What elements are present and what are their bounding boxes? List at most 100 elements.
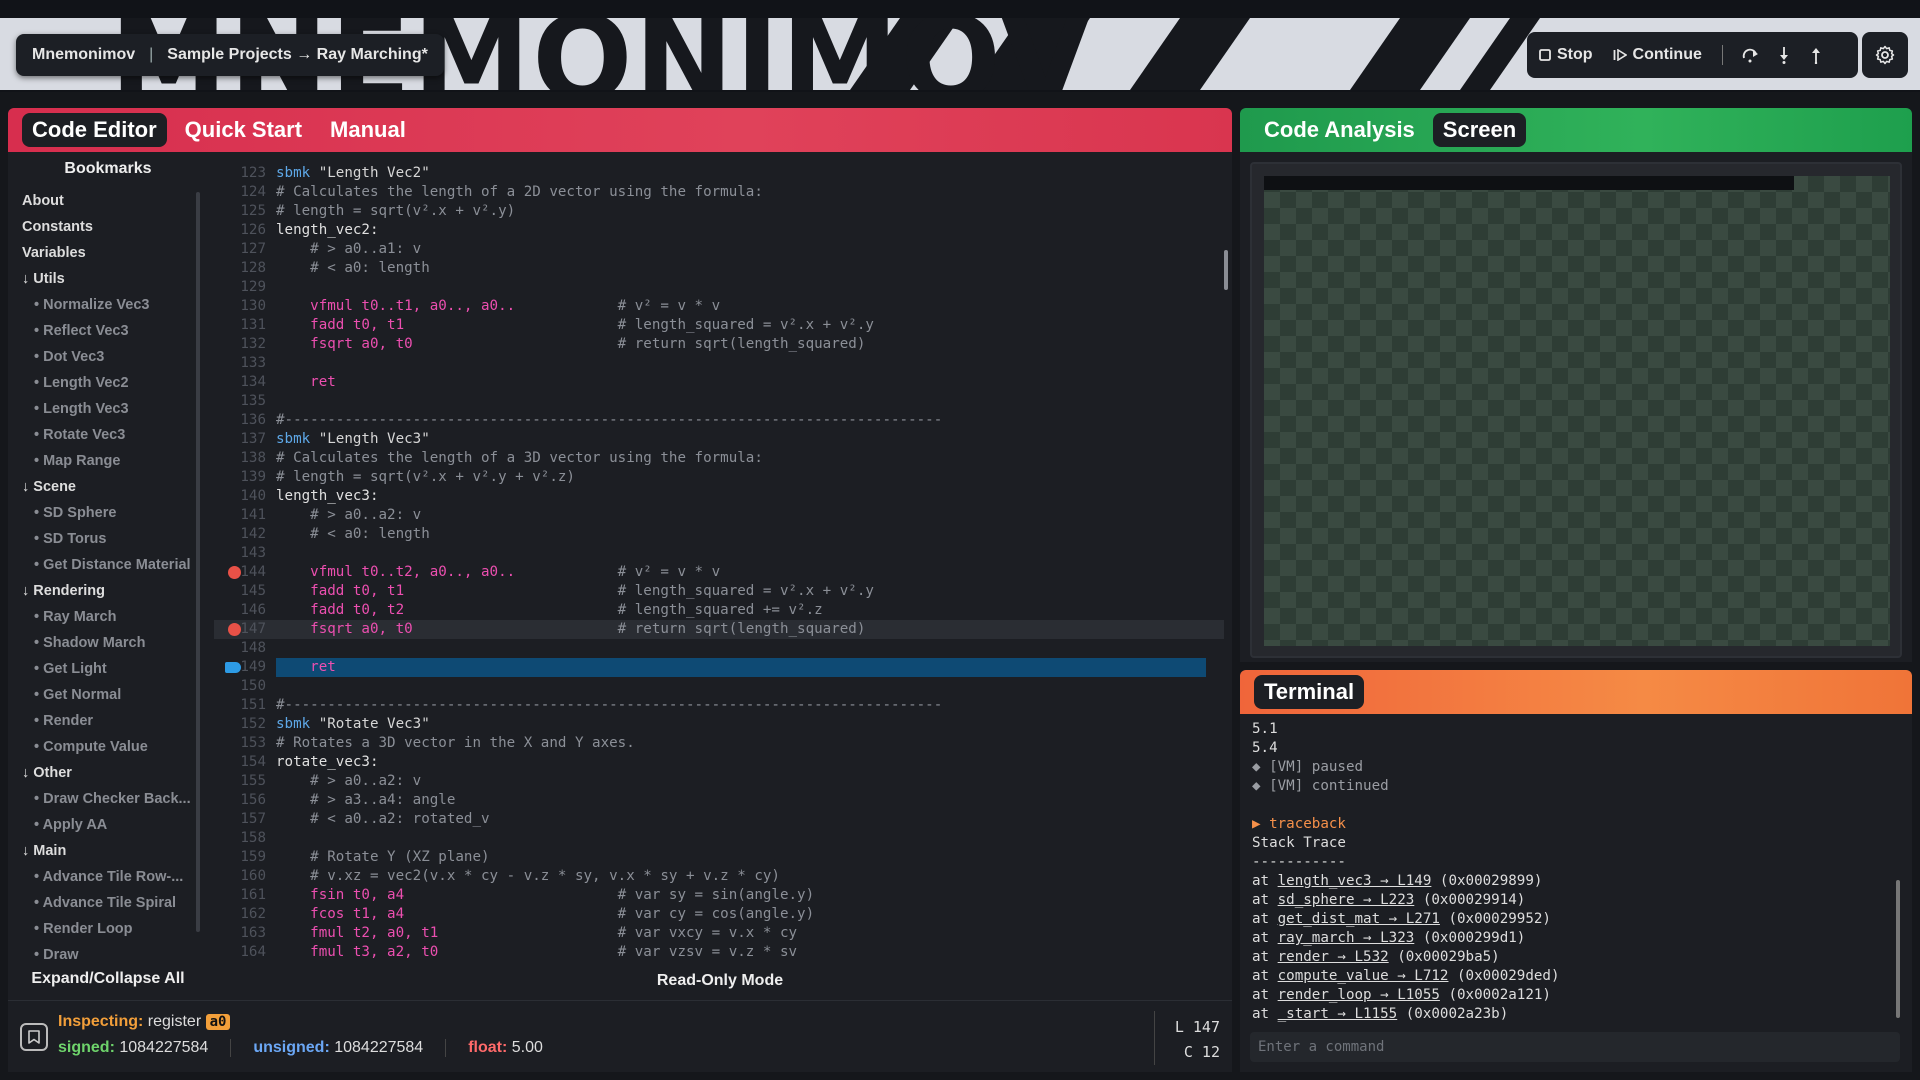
bookmark-item[interactable]: • Rotate Vec3 <box>22 422 198 448</box>
code-line[interactable]: 138 # Calculates the length of a 3D vecto… <box>214 449 1224 468</box>
line-number[interactable]: 136 <box>214 411 266 430</box>
bookmark-item[interactable]: • Reflect Vec3 <box>22 318 198 344</box>
line-number[interactable]: 132 <box>214 335 266 354</box>
code-text[interactable]: fsin t0, a4 # var sy = sin(angle.y) <box>276 887 814 903</box>
stack-frame-link[interactable]: compute_value → L712 <box>1278 968 1449 984</box>
line-number[interactable]: 130 <box>214 297 266 316</box>
bookmark-item[interactable]: • Compute Value <box>22 734 198 760</box>
code-line[interactable]: 158 <box>214 829 1224 848</box>
step-out-button[interactable] <box>1809 46 1823 64</box>
code-line[interactable]: 125 # length = sqrt(v².x + v².y) <box>214 202 1224 221</box>
code-line[interactable]: 130 vfmul t0..t1, a0.., a0.. # v² = v * … <box>214 297 1224 316</box>
line-number[interactable]: 141 <box>214 506 266 525</box>
code-line[interactable]: 123 sbmk "Length Vec2" <box>214 164 1224 183</box>
code-line[interactable]: 127 # > a0..a1: v <box>214 240 1224 259</box>
code-line[interactable]: 147 fsqrt a0, t0 # return sqrt(length_sq… <box>214 620 1224 639</box>
code-text[interactable]: fsqrt a0, t0 # return sqrt(length_square… <box>276 336 865 352</box>
line-number[interactable]: 148 <box>214 639 266 658</box>
stack-frame-link[interactable]: get_dist_mat → L271 <box>1278 911 1440 927</box>
tab-quick-start[interactable]: Quick Start <box>175 113 312 147</box>
code-line[interactable]: 139 # length = sqrt(v².x + v².y + v².z) <box>214 468 1224 487</box>
stack-frame-link[interactable]: render → L532 <box>1278 949 1389 965</box>
code-text[interactable]: fcos t1, a4 # var cy = cos(angle.y) <box>276 906 814 922</box>
line-number[interactable]: 155 <box>214 772 266 791</box>
code-line[interactable]: 141 # > a0..a2: v <box>214 506 1224 525</box>
line-number[interactable]: 161 <box>214 886 266 905</box>
code-text[interactable]: # > a0..a1: v <box>276 241 421 257</box>
code-text[interactable]: fmul t2, a0, t1 # var vxcy = v.x * cy <box>276 925 797 941</box>
line-number[interactable]: 163 <box>214 924 266 943</box>
breakpoint-marker[interactable] <box>228 566 241 579</box>
line-number[interactable]: 156 <box>214 791 266 810</box>
code-text[interactable]: # Calculates the length of a 2D vector u… <box>276 184 763 200</box>
code-text[interactable]: vfmul t0..t2, a0.., a0.. # v² = v * v <box>276 564 720 580</box>
breakpoint-marker[interactable] <box>228 623 241 636</box>
bookmark-item[interactable]: • Render <box>22 708 198 734</box>
bookmark-item[interactable]: • Advance Tile Spiral <box>22 890 198 916</box>
code-text[interactable] <box>276 393 285 409</box>
code-line[interactable]: 159 # Rotate Y (XZ plane) <box>214 848 1224 867</box>
line-number[interactable]: 133 <box>214 354 266 373</box>
code-text[interactable]: # Rotates a 3D vector in the X and Y axe… <box>276 735 635 751</box>
bookmark-item[interactable]: About <box>22 188 198 214</box>
code-text[interactable]: # < a0: length <box>276 526 430 542</box>
code-text[interactable] <box>276 830 285 846</box>
bookmark-group[interactable]: ↓ Other <box>22 760 198 786</box>
bookmark-item[interactable]: • Get Light <box>22 656 198 682</box>
line-number[interactable]: 159 <box>214 848 266 867</box>
continue-button[interactable]: Continue <box>1613 46 1702 64</box>
code-line[interactable]: 129 <box>214 278 1224 297</box>
bookmark-group[interactable]: ↓ Utils <box>22 266 198 292</box>
code-text[interactable]: sbmk "Length Vec2" <box>276 165 430 181</box>
bookmark-item[interactable]: • Length Vec2 <box>22 370 198 396</box>
code-line[interactable]: 153 # Rotates a 3D vector in the X and Y … <box>214 734 1224 753</box>
tab-screen[interactable]: Screen <box>1432 113 1527 147</box>
code-line[interactable]: 133 <box>214 354 1224 373</box>
stack-frame-link[interactable]: render_loop → L1055 <box>1278 987 1440 1003</box>
code-text[interactable]: # < a0..a2: rotated_v <box>276 811 489 827</box>
command-input[interactable] <box>1250 1032 1900 1062</box>
code-line[interactable]: 164 fmul t3, a2, t0 # var vzsv = v.z * s… <box>214 943 1224 962</box>
code-line[interactable]: 131 fadd t0, t1 # length_squared = v².x … <box>214 316 1224 335</box>
line-number[interactable]: 164 <box>214 943 266 962</box>
line-number[interactable]: 128 <box>214 259 266 278</box>
code-text[interactable]: # > a0..a2: v <box>276 773 421 789</box>
step-into-button[interactable] <box>1777 46 1791 64</box>
line-number[interactable]: 143 <box>214 544 266 563</box>
code-text[interactable] <box>276 640 285 656</box>
code-line[interactable]: 140 length_vec3: <box>214 487 1224 506</box>
code-line[interactable]: 156 # > a3..a4: angle <box>214 791 1224 810</box>
code-line[interactable]: 128 # < a0: length <box>214 259 1224 278</box>
code-text[interactable]: # > a3..a4: angle <box>276 792 455 808</box>
line-number[interactable]: 158 <box>214 829 266 848</box>
project-path[interactable]: Sample Projects → Ray Marching* <box>167 46 428 64</box>
bookmark-item[interactable]: • Normalize Vec3 <box>22 292 198 318</box>
terminal-scrollbar[interactable] <box>1896 880 1900 1018</box>
code-text[interactable]: ret <box>276 658 1206 677</box>
line-number[interactable]: 139 <box>214 468 266 487</box>
code-text[interactable] <box>276 545 285 561</box>
code-line[interactable]: 160 # v.xz = vec2(v.x * cy - v.z * sy, v… <box>214 867 1224 886</box>
code-line[interactable]: 142 # < a0: length <box>214 525 1224 544</box>
code-text[interactable]: # Rotate Y (XZ plane) <box>276 849 489 865</box>
app-name[interactable]: Mnemonimov <box>32 46 135 64</box>
line-number[interactable]: 162 <box>214 905 266 924</box>
code-text[interactable]: fmul t3, a2, t0 # var vzsv = v.z * sv <box>276 944 797 960</box>
code-line[interactable]: 155 # > a0..a2: v <box>214 772 1224 791</box>
line-number[interactable]: 129 <box>214 278 266 297</box>
code-text[interactable]: fadd t0, t2 # length_squared += v².z <box>276 602 823 618</box>
expand-collapse-button[interactable]: Expand/Collapse All <box>8 970 208 988</box>
bookmark-item[interactable]: • Shadow March <box>22 630 198 656</box>
stack-frame-link[interactable]: sd_sphere → L223 <box>1278 892 1415 908</box>
bookmarks-scrollbar[interactable] <box>196 192 200 932</box>
line-number[interactable]: 134 <box>214 373 266 392</box>
code-text[interactable]: sbmk "Rotate Vec3" <box>276 716 430 732</box>
code-line[interactable]: 136 #------------------------------------… <box>214 411 1224 430</box>
bookmark-item[interactable]: • Draw <box>22 942 198 968</box>
tab-terminal[interactable]: Terminal <box>1254 675 1365 709</box>
line-number[interactable]: 153 <box>214 734 266 753</box>
bookmark-item[interactable]: • Advance Tile Row-... <box>22 864 198 890</box>
bookmark-item[interactable]: Constants <box>22 214 198 240</box>
line-number[interactable]: 157 <box>214 810 266 829</box>
code-line[interactable]: 161 fsin t0, a4 # var sy = sin(angle.y) <box>214 886 1224 905</box>
